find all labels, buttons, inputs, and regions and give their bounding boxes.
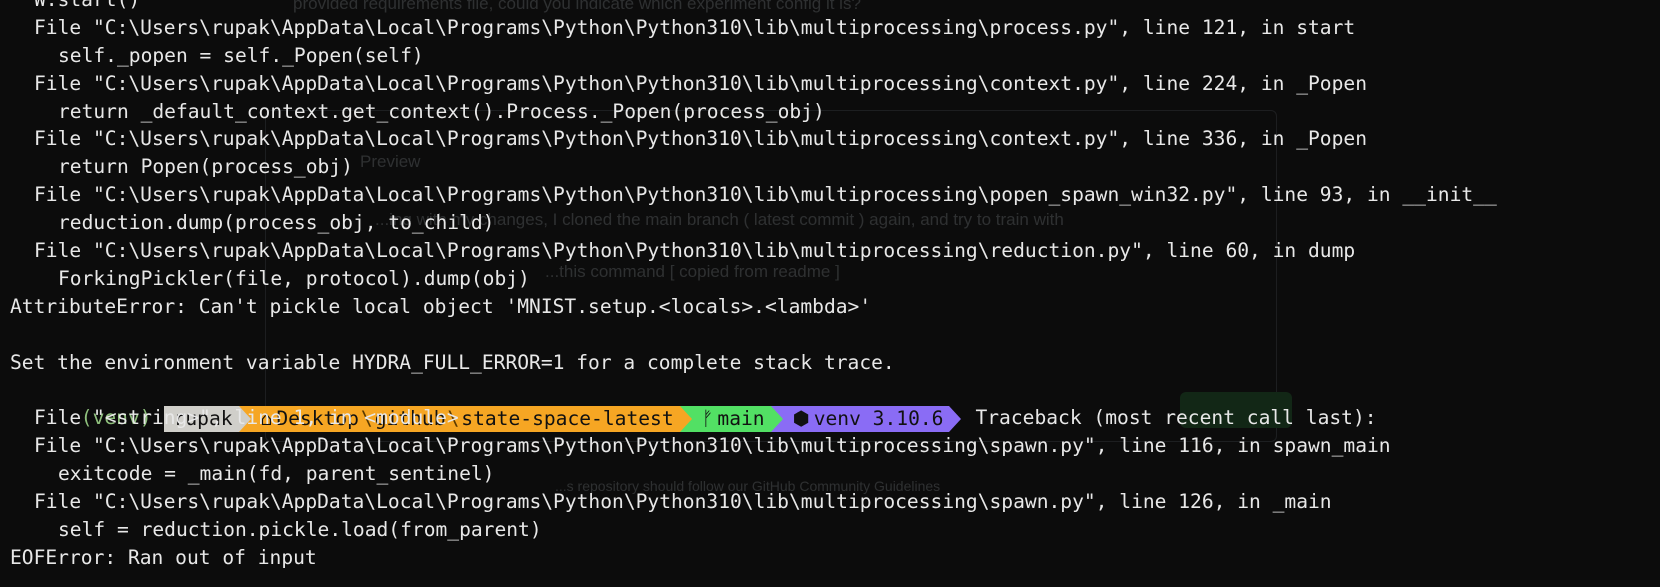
terminal-line: File "C:\Users\rupak\AppData\Local\Progr… [34,71,1367,95]
terminal-line: self._popen = self._Popen(self) [58,43,424,67]
terminal-window[interactable]: provided requirements file, could you in… [0,0,1660,587]
terminal-line: File "C:\Users\rupak\AppData\Local\Progr… [34,239,1356,263]
terminal-line: ForkingPickler(file, protocol).dump(obj) [58,266,530,290]
terminal-line: reduction.dump(process_obj, to_child) [58,211,495,235]
terminal-line: Set the environment variable HYDRA_FULL_… [10,350,895,374]
terminal-line: self = reduction.pickle.load(from_parent… [58,517,542,541]
terminal-line: File "C:\Users\rupak\AppData\Local\Progr… [34,127,1367,151]
terminal-line: exitcode = _main(fd, parent_sentinel) [58,462,495,486]
terminal-line: File "C:\Users\rupak\AppData\Local\Progr… [34,434,1391,458]
terminal-line: return Popen(process_obj) [58,155,353,179]
prompt-line: (venv) rupak ⌂ Desktop \ github \ state-space-l… [10,376,1660,432]
terminal-line: File "<string>", line 1, in <module> [34,406,459,430]
terminal-line: File "C:\Users\rupak\AppData\Local\Progr… [34,15,1356,39]
terminal-line: EOFError: Ran out of input [10,545,317,569]
terminal-line: File "C:\Users\rupak\AppData\Local\Progr… [34,490,1332,514]
terminal-line: W.start() [10,0,1660,14]
terminal-line: AttributeError: Can't pickle local objec… [10,294,872,318]
terminal-line: return _default_context.get_context().Pr… [58,99,825,123]
terminal-line: File "C:\Users\rupak\AppData\Local\Progr… [34,183,1497,207]
terminal-output: W.start()File "C:\Users\rupak\AppData\Lo… [10,0,1660,572]
